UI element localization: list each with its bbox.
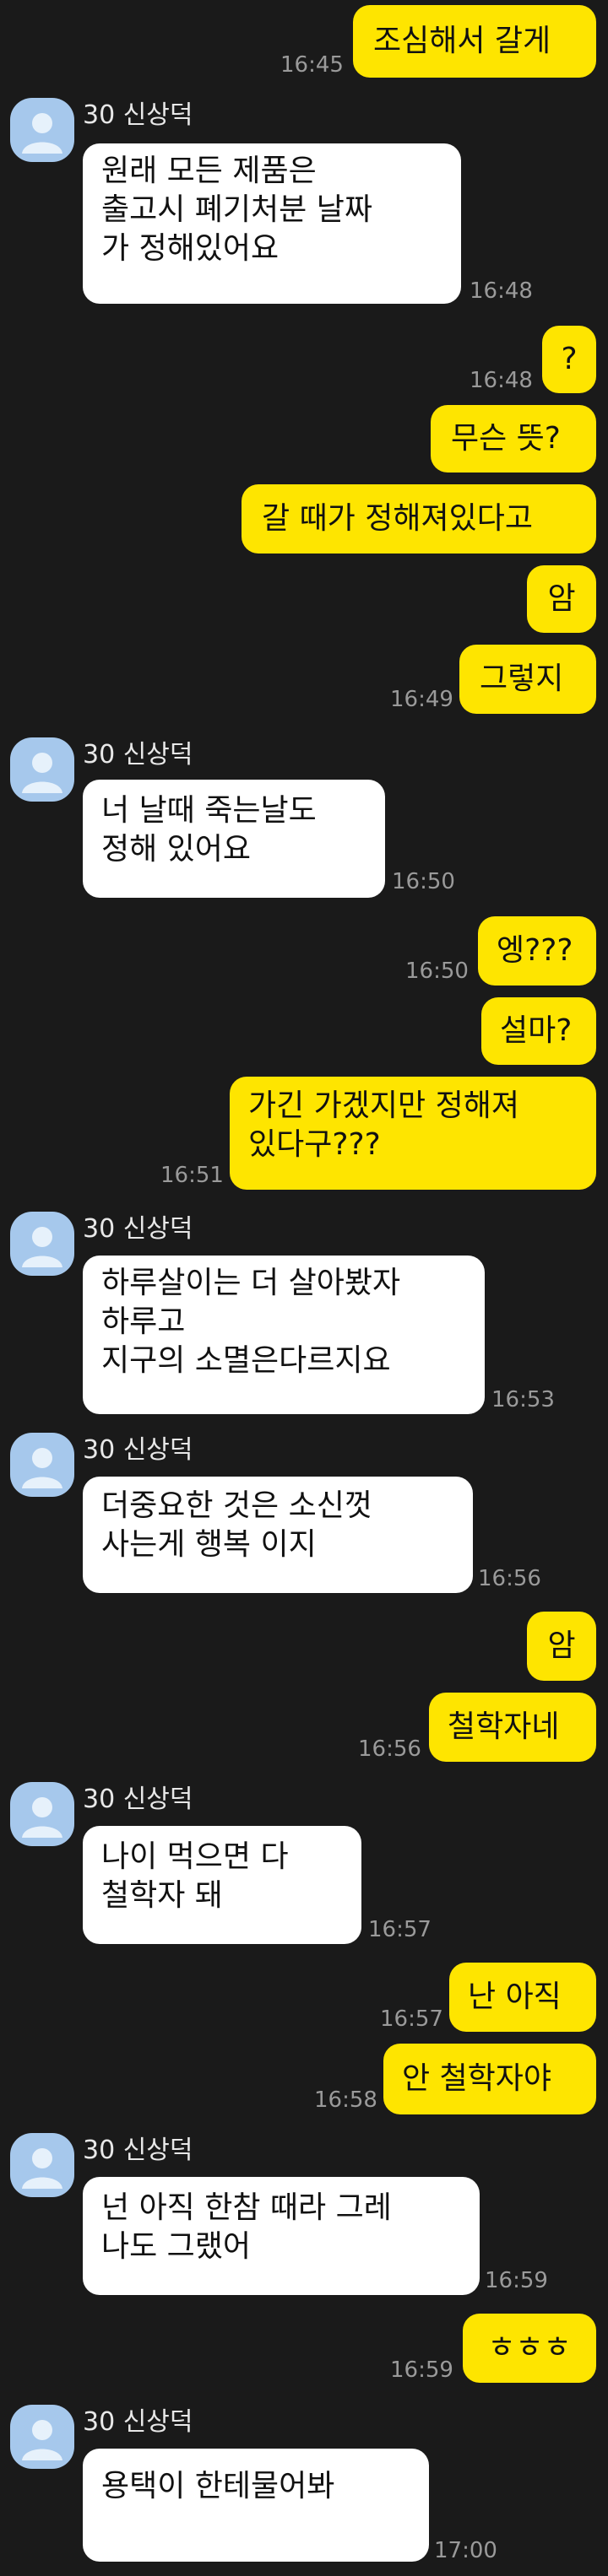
sender-name: 30 신상덕 [83, 1435, 193, 1465]
message-timestamp: 16:49 [390, 687, 453, 712]
sender-avatar[interactable] [10, 737, 74, 802]
outgoing-message[interactable]: ㅎㅎㅎ [463, 2314, 596, 2383]
sender-avatar[interactable] [10, 1782, 74, 1846]
sender-avatar[interactable] [10, 2133, 74, 2197]
message-timestamp: 16:58 [314, 2087, 377, 2113]
incoming-message[interactable]: 넌 아직 한참 때라 그레 나도 그랬어 [83, 2177, 480, 2295]
outgoing-message[interactable]: 그렇지 [459, 645, 596, 714]
default-profile-icon [22, 2420, 62, 2460]
message-timestamp: 16:50 [405, 959, 469, 984]
default-profile-icon [22, 1797, 62, 1838]
default-profile-icon [22, 2148, 62, 2189]
outgoing-message[interactable]: 안 철학자야 [383, 2044, 596, 2114]
outgoing-message[interactable]: 가긴 가겠지만 정해져 있다구??? [230, 1077, 596, 1190]
outgoing-message[interactable]: 갈 때가 정해져있다고 [242, 484, 596, 554]
sender-avatar[interactable] [10, 1433, 74, 1497]
message-timestamp: 17:00 [434, 2538, 497, 2563]
message-timestamp: 16:53 [491, 1387, 555, 1412]
outgoing-message[interactable]: 철학자네 [429, 1693, 596, 1762]
outgoing-message[interactable]: 난 아직 [449, 1963, 596, 2032]
sender-name: 30 신상덕 [83, 2407, 193, 2437]
incoming-message[interactable]: 나이 먹으면 다 철학자 돼 [83, 1826, 361, 1944]
incoming-message[interactable]: 용택이 한테물어봐 [83, 2449, 429, 2562]
message-timestamp: 16:48 [470, 368, 533, 393]
message-timestamp: 16:59 [390, 2357, 453, 2383]
sender-name: 30 신상덕 [83, 100, 193, 130]
incoming-message[interactable]: 너 날때 죽는날도 정해 있어요 [83, 780, 385, 898]
message-timestamp: 16:51 [160, 1163, 224, 1188]
message-timestamp: 16:48 [470, 278, 533, 304]
message-timestamp: 16:59 [485, 2268, 548, 2293]
sender-name: 30 신상덕 [83, 2136, 193, 2165]
outgoing-message[interactable]: 설마? [481, 997, 596, 1065]
sender-name: 30 신상덕 [83, 740, 193, 770]
sender-name: 30 신상덕 [83, 1785, 193, 1814]
outgoing-message[interactable]: 암 [527, 1612, 596, 1681]
outgoing-message[interactable]: 암 [527, 565, 596, 633]
sender-name: 30 신상덕 [83, 1214, 193, 1244]
sender-avatar[interactable] [10, 2405, 74, 2469]
sender-avatar[interactable] [10, 98, 74, 162]
message-timestamp: 16:57 [380, 2006, 443, 2032]
default-profile-icon [22, 753, 62, 793]
default-profile-icon [22, 113, 62, 154]
outgoing-message[interactable]: ? [542, 326, 596, 393]
message-timestamp: 16:56 [478, 1566, 541, 1591]
message-timestamp: 16:57 [368, 1917, 432, 1942]
default-profile-icon [22, 1227, 62, 1267]
incoming-message[interactable]: 더중요한 것은 소신껏 사는게 행복 이지 [83, 1477, 473, 1593]
message-timestamp: 16:56 [358, 1736, 421, 1762]
sender-avatar[interactable] [10, 1212, 74, 1276]
outgoing-message[interactable]: 엥??? [478, 916, 596, 986]
outgoing-message[interactable]: 무슨 뜻? [431, 405, 596, 473]
message-timestamp: 16:45 [280, 52, 344, 78]
incoming-message[interactable]: 원래 모든 제품은 출고시 폐기처분 날짜 가 정해있어요 [83, 143, 461, 304]
incoming-message[interactable]: 하루살이는 더 살아봤자 하루고 지구의 소멸은다르지요 [83, 1256, 485, 1414]
message-timestamp: 16:50 [392, 869, 455, 894]
outgoing-message[interactable]: 조심해서 갈게 [353, 5, 596, 78]
default-profile-icon [22, 1448, 62, 1488]
